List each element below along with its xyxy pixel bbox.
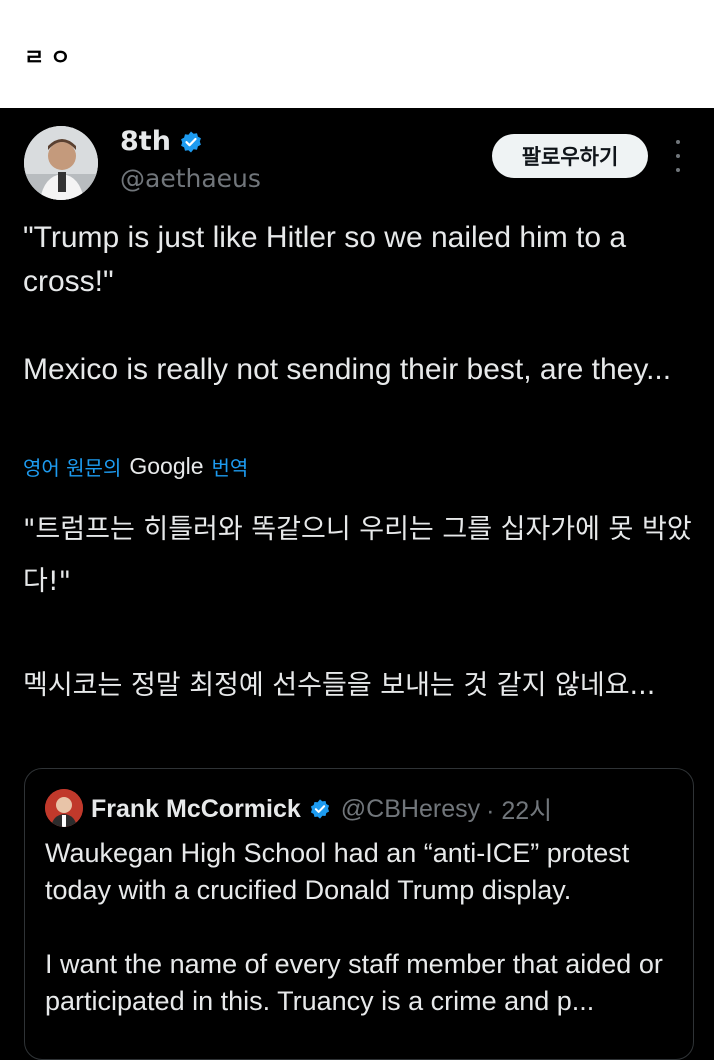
quoted-author-avatar[interactable]: [45, 789, 83, 827]
more-dot: [676, 140, 680, 144]
tweet-card: 8th @aethaeus 팔로우하기 "Trump is just like …: [0, 108, 714, 1060]
user-avatar-photo-icon: [45, 789, 83, 827]
more-vertical-icon[interactable]: [668, 140, 688, 172]
caption-text: ㄹㅇ: [24, 46, 77, 71]
quoted-author-handle[interactable]: @CBHeresy: [341, 795, 480, 824]
tweet-text-translated: "트럼프는 히틀러와 똑같으니 우리는 그를 십자가에 못 박았다!" 멕시코는…: [23, 514, 692, 701]
top-caption-strip: ㄹㅇ: [0, 0, 714, 108]
verified-badge-icon: [310, 799, 329, 819]
quoted-timestamp[interactable]: · 22시: [486, 791, 552, 827]
translate-suffix: 번역: [211, 456, 249, 480]
more-dot: [676, 168, 680, 172]
author-name[interactable]: 8th: [120, 126, 203, 157]
author-name-text: 8th: [120, 126, 171, 157]
quoted-header: Frank McCormick @CBHeresy · 22시: [91, 791, 552, 827]
user-avatar-photo-icon: [24, 126, 98, 200]
author-handle[interactable]: @aethaeus: [120, 164, 261, 193]
follow-button[interactable]: 팔로우하기: [492, 134, 648, 178]
quoted-tweet-text: Waukegan High School had an “anti-ICE” p…: [45, 838, 663, 1016]
quoted-author-name[interactable]: Frank McCormick: [91, 795, 301, 824]
translation-attribution[interactable]: 영어 원문의 Google 번역: [23, 452, 248, 481]
more-dot: [676, 154, 680, 158]
author-avatar[interactable]: [24, 126, 98, 200]
google-logo-text: Google: [129, 453, 204, 479]
quoted-tweet[interactable]: Frank McCormick @CBHeresy · 22시 Waukegan…: [24, 768, 694, 1060]
tweet-text-original: "Trump is just like Hitler so we nailed …: [23, 221, 672, 386]
verified-badge-icon: [181, 131, 201, 152]
translate-prefix: 영어 원문의: [23, 456, 122, 480]
